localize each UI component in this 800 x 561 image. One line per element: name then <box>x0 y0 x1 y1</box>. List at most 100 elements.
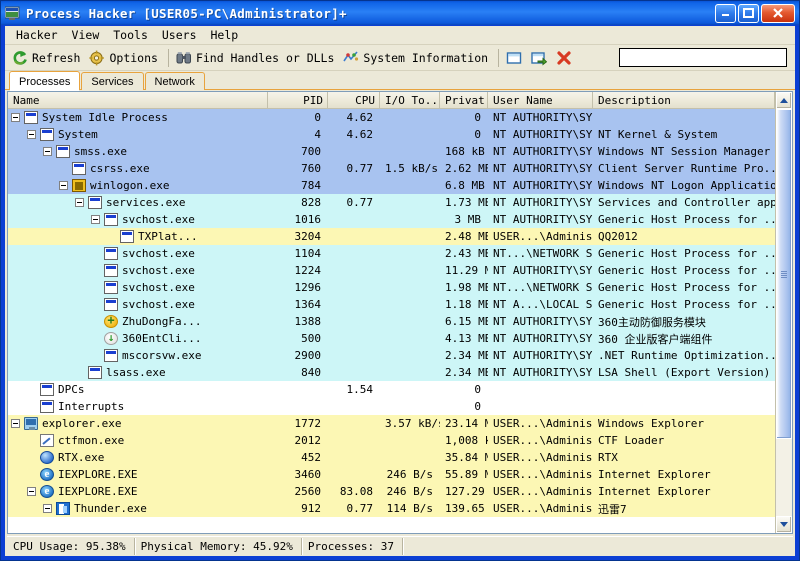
process-row[interactable]: ctfmon.exe 2012 1,008 kB USER...\Administra… <box>8 432 775 449</box>
process-row[interactable]: TXPlat... 3204 2.48 MB USER...\Administrato… <box>8 228 775 245</box>
minimize-button[interactable] <box>715 3 736 23</box>
refresh-button[interactable]: Refresh <box>9 48 86 68</box>
column-header-io-total[interactable]: I/O To... <box>380 92 440 108</box>
process-cpu-cell: 83.08 <box>339 485 373 498</box>
process-name-cell[interactable]: 360EntCli... <box>8 332 268 345</box>
process-name-cell[interactable]: ZhuDongFa... <box>8 315 268 328</box>
process-row[interactable]: Interrupts 0 <box>8 398 775 415</box>
tree-collapse-icon[interactable] <box>75 198 84 207</box>
maximize-button[interactable] <box>738 3 759 23</box>
tab-services[interactable]: Services <box>81 72 144 90</box>
process-name-cell[interactable]: System Idle Process <box>8 111 268 124</box>
process-name-cell[interactable]: mscorsvw.exe <box>8 349 268 362</box>
process-name-cell[interactable]: IEXPLORE.EXE <box>8 485 268 498</box>
tree-collapse-icon[interactable] <box>11 113 20 122</box>
process-name-cell[interactable]: IEXPLORE.EXE <box>8 468 268 481</box>
process-io-total-cell: 3.57 kB/s <box>385 417 440 430</box>
scroll-track[interactable] <box>776 109 792 516</box>
process-row[interactable]: smss.exe 700 168 kB NT AUTHORITY\SYSTEM Wind… <box>8 143 775 160</box>
new-window-button[interactable] <box>503 48 528 68</box>
process-name-cell[interactable]: Thunder.exe <box>8 502 268 515</box>
process-name-cell[interactable]: explorer.exe <box>8 417 268 430</box>
process-name-cell[interactable]: lsass.exe <box>8 366 268 379</box>
column-header-cpu[interactable]: CPU <box>328 92 380 108</box>
column-header-user-name[interactable]: User Name <box>488 92 593 108</box>
process-rows: System Idle Process 0 4.62 0 NT AUTHORITY\SY… <box>8 109 775 533</box>
menu-help[interactable]: Help <box>204 26 246 44</box>
column-header-description[interactable]: Description <box>593 92 775 108</box>
process-row[interactable]: mscorsvw.exe 2900 2.34 MB NT AUTHORITY\SYST… <box>8 347 775 364</box>
process-name-cell[interactable]: svchost.exe <box>8 247 268 260</box>
process-name-cell[interactable]: DPCs <box>8 383 268 396</box>
process-name-cell[interactable]: TXPlat... <box>8 230 268 243</box>
process-row[interactable]: svchost.exe 1296 1.98 MB NT...\NETWORK SERV… <box>8 279 775 296</box>
scroll-up-button[interactable] <box>776 92 792 109</box>
process-name-cell[interactable]: csrss.exe <box>8 162 268 175</box>
process-name-cell[interactable]: svchost.exe <box>8 281 268 294</box>
process-row[interactable]: winlogon.exe 784 6.8 MB NT AUTHORITY\SYSTEM… <box>8 177 775 194</box>
find-handles-button[interactable]: Find Handles or DLLs <box>173 48 340 68</box>
process-row[interactable]: Thunder.exe 912 0.77 114 B/s 139.65 MB USER..… <box>8 500 775 517</box>
menu-hacker[interactable]: Hacker <box>9 26 65 44</box>
process-row[interactable]: IEXPLORE.EXE 3460 246 B/s 55.89 MB USER...\A… <box>8 466 775 483</box>
process-pid-cell: 4 <box>314 128 321 141</box>
process-row[interactable]: ZhuDongFa... 1388 6.15 MB NT AUTHORITY\SYST… <box>8 313 775 330</box>
process-row[interactable]: 360EntCli... 500 4.13 MB NT AUTHORITY\SYSTE… <box>8 330 775 347</box>
tree-collapse-icon[interactable] <box>59 181 68 190</box>
process-row[interactable]: lsass.exe 840 2.34 MB NT AUTHORITY\SYSTEM LS… <box>8 364 775 381</box>
process-row[interactable]: svchost.exe 1364 1.18 MB NT A...\LOCAL SERV… <box>8 296 775 313</box>
process-description-cell: Windows NT Logon Application <box>598 179 775 192</box>
process-name-cell[interactable]: winlogon.exe <box>8 179 268 192</box>
search-input[interactable] <box>620 49 786 66</box>
download-360-icon <box>104 332 118 345</box>
process-row[interactable]: System 4 4.62 0 NT AUTHORITY\SYSTEM NT Kernel… <box>8 126 775 143</box>
tree-collapse-icon[interactable] <box>43 147 52 156</box>
tree-collapse-icon[interactable] <box>43 504 52 513</box>
tree-collapse-icon[interactable] <box>27 487 36 496</box>
process-name-cell[interactable]: svchost.exe <box>8 298 268 311</box>
open-window-button[interactable] <box>528 48 553 68</box>
process-name-cell[interactable]: RTX.exe <box>8 451 268 464</box>
process-row[interactable]: System Idle Process 0 4.62 0 NT AUTHORITY\SY… <box>8 109 775 126</box>
process-row[interactable]: RTX.exe 452 35.84 MB USER...\Administrator R… <box>8 449 775 466</box>
vertical-scrollbar[interactable] <box>775 92 792 533</box>
menu-view[interactable]: View <box>65 26 107 44</box>
menu-users[interactable]: Users <box>155 26 204 44</box>
scroll-thumb[interactable] <box>776 109 792 439</box>
process-user-name-cell: NT AUTHORITY\SYSTEM <box>493 213 593 226</box>
process-name-cell[interactable]: svchost.exe <box>8 264 268 277</box>
process-row[interactable]: services.exe 828 0.77 1.73 MB NT AUTHORITY\S… <box>8 194 775 211</box>
process-user-name-cell: USER...\Administrator <box>493 230 593 243</box>
close-button[interactable] <box>761 3 795 23</box>
terminate-button[interactable] <box>553 48 578 68</box>
column-header-pid[interactable]: PID <box>268 92 328 108</box>
scroll-down-button[interactable] <box>776 516 792 533</box>
process-row[interactable]: svchost.exe 1104 2.43 MB NT...\NETWORK SERV… <box>8 245 775 262</box>
process-name-cell[interactable]: svchost.exe <box>8 213 268 226</box>
process-name-cell[interactable]: Interrupts <box>8 400 268 413</box>
tree-collapse-icon[interactable] <box>11 419 20 428</box>
process-row[interactable]: csrss.exe 760 0.77 1.5 kB/s 2.62 MB NT AUTHOR… <box>8 160 775 177</box>
shield-360-icon <box>104 315 118 328</box>
tab-network[interactable]: Network <box>144 72 205 90</box>
process-row[interactable]: IEXPLORE.EXE 2560 83.08 246 B/s 127.29 MB USE… <box>8 483 775 500</box>
process-name-cell[interactable]: System <box>8 128 268 141</box>
process-row[interactable]: svchost.exe 1016 3 MB NT AUTHORITY\SYSTEM Ge… <box>8 211 775 228</box>
options-button[interactable]: Options <box>86 48 163 68</box>
tree-collapse-icon[interactable] <box>27 130 36 139</box>
process-row[interactable]: svchost.exe 1224 11.29 MB NT AUTHORITY\SYST… <box>8 262 775 279</box>
tab-processes[interactable]: Processes <box>9 71 81 91</box>
process-io-total-cell: 1.5 kB/s <box>385 162 438 175</box>
system-information-button[interactable]: System Information <box>340 48 494 68</box>
menu-tools[interactable]: Tools <box>106 26 155 44</box>
column-header-name[interactable]: Name <box>8 92 268 108</box>
tree-collapse-icon[interactable] <box>91 215 100 224</box>
process-user-name-cell: NT AUTHORITY\SYSTEM <box>493 349 593 362</box>
process-name-cell[interactable]: services.exe <box>8 196 268 209</box>
process-name-cell[interactable]: smss.exe <box>8 145 268 158</box>
process-name-cell[interactable]: ctfmon.exe <box>8 434 268 447</box>
process-row[interactable]: DPCs 1.54 0 <box>8 381 775 398</box>
process-row[interactable]: explorer.exe 1772 3.57 kB/s 23.14 MB USER...… <box>8 415 775 432</box>
search-box[interactable] <box>619 48 787 67</box>
column-header-private-bytes[interactable]: Privat... <box>440 92 488 108</box>
